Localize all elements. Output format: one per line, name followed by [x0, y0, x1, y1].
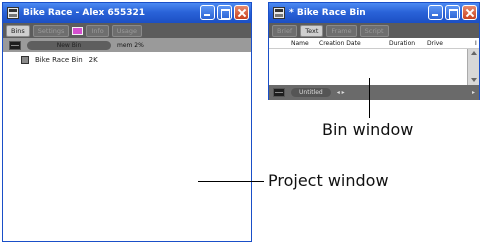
minimize-button[interactable] [200, 5, 215, 20]
tab-bins[interactable]: Bins [6, 24, 30, 37]
tab-settings[interactable]: Settings [32, 24, 70, 37]
view-name-menu[interactable]: Untitled [291, 88, 331, 97]
bin-window-callout-line [369, 78, 370, 118]
bin-window-title: * Bike Race Bin [289, 8, 366, 18]
minimize-button[interactable] [428, 5, 443, 20]
column-header-row: Name Creation Date Duration Drive I [269, 38, 479, 49]
bin-item-size: 2K [88, 56, 98, 64]
maximize-button[interactable] [445, 5, 460, 20]
scroll-down-arrow-icon[interactable] [468, 76, 480, 85]
column-drive[interactable]: Drive [427, 40, 443, 47]
tab-usage[interactable]: Usage [111, 24, 143, 37]
tab-script[interactable]: Script [359, 24, 389, 37]
scroll-up-arrow-icon[interactable] [468, 49, 480, 58]
column-name[interactable]: Name [291, 40, 309, 47]
project-window-callout-label: Project window [268, 171, 389, 190]
project-window-titlebar[interactable]: Bike Race - Alex 655321 [3, 3, 251, 23]
color-swatch[interactable] [72, 26, 84, 35]
fast-menu-icon[interactable] [273, 88, 285, 97]
project-window: Bike Race - Alex 655321 Bins Settings In… [2, 2, 252, 242]
vertical-scrollbar[interactable] [467, 49, 479, 85]
bin-contents-area[interactable] [269, 49, 467, 85]
scroll-right-arrow-icon[interactable]: ▸ [472, 89, 475, 96]
project-toolbar: New Bin mem 2% [3, 38, 251, 52]
column-extra[interactable]: I [475, 40, 477, 47]
tab-brief[interactable]: Brief [272, 24, 298, 37]
window-controls [200, 5, 249, 20]
tab-text[interactable]: Text [300, 24, 324, 37]
bin-window: * Bike Race Bin Brief Text Frame Script … [268, 2, 480, 100]
maximize-button[interactable] [217, 5, 232, 20]
column-duration[interactable]: Duration [389, 40, 415, 47]
tab-frame[interactable]: Frame [326, 24, 357, 37]
new-bin-button[interactable]: New Bin [27, 40, 111, 50]
fast-menu-icon[interactable] [9, 40, 21, 50]
project-window-callout-line [198, 181, 264, 182]
bin-item-name: Bike Race Bin [35, 56, 83, 64]
project-window-title: Bike Race - Alex 655321 [23, 8, 146, 18]
memory-label: mem 2% [117, 41, 144, 49]
project-tab-bar: Bins Settings Info Usage [3, 23, 251, 38]
bin-tab-bar: Brief Text Frame Script [269, 23, 479, 38]
column-creation-date[interactable]: Creation Date [319, 40, 361, 47]
bin-icon [21, 56, 29, 64]
bin-window-callout-label: Bin window [322, 120, 414, 139]
tab-info[interactable]: Info [86, 24, 109, 37]
app-icon [7, 7, 19, 19]
bin-list-item[interactable]: Bike Race Bin 2K [21, 56, 98, 64]
window-controls [428, 5, 477, 20]
footer-arrows-icon[interactable]: ◂ ▸ [337, 89, 345, 96]
close-button[interactable] [234, 5, 249, 20]
close-button[interactable] [462, 5, 477, 20]
bin-window-titlebar[interactable]: * Bike Race Bin [269, 3, 479, 23]
bin-footer: Untitled ◂ ▸ ▸ [269, 85, 479, 100]
app-icon [273, 7, 285, 19]
